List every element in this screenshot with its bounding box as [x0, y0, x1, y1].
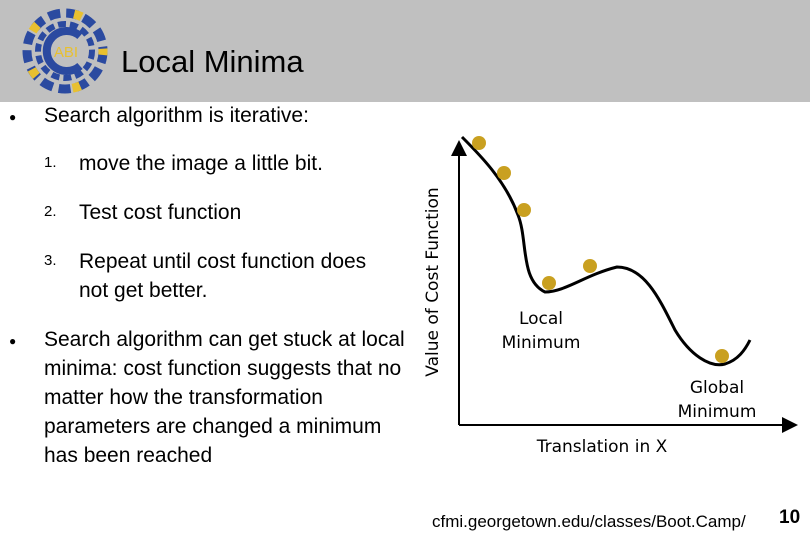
search-step-dot	[517, 203, 531, 217]
search-step-dot	[472, 136, 486, 150]
search-step-dot	[542, 276, 556, 290]
search-step-dot	[715, 349, 729, 363]
x-axis-label: Translation in X	[536, 437, 668, 457]
search-step-dot	[497, 166, 511, 180]
local-minimum-label: Local	[519, 309, 563, 329]
source-url: cfmi.georgetown.edu/classes/Boot.Camp/	[432, 512, 746, 531]
local-minimum-label: Minimum	[502, 333, 581, 353]
global-minimum-label: Global	[690, 378, 744, 398]
page-number: 10	[779, 507, 801, 528]
cost-function-figure: Value of Cost Function Translation in X …	[423, 135, 798, 457]
search-step-dot	[583, 259, 597, 273]
y-axis-label: Value of Cost Function	[423, 187, 443, 376]
global-minimum-label: Minimum	[678, 402, 757, 422]
